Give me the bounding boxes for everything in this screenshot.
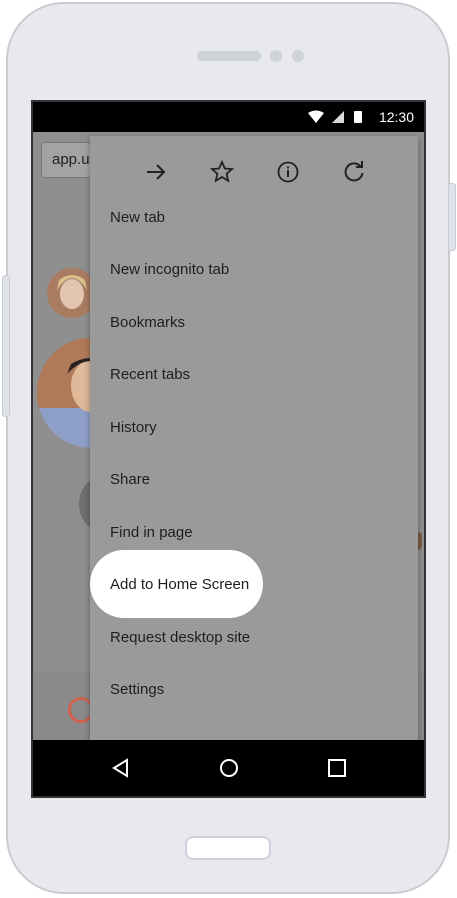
menu-item-bookmarks[interactable]: Bookmarks bbox=[110, 311, 185, 335]
status-icons bbox=[308, 110, 362, 123]
menu-toolbar bbox=[90, 136, 418, 206]
menu-item-add-to-home-screen[interactable]: Add to Home Screen bbox=[110, 573, 249, 597]
menu-item-new-incognito-tab[interactable]: New incognito tab bbox=[110, 258, 229, 282]
wifi-icon bbox=[308, 110, 324, 123]
proximity-sensor bbox=[292, 50, 304, 62]
menu-item-find-in-page[interactable]: Find in page bbox=[110, 521, 193, 545]
star-icon[interactable] bbox=[208, 158, 236, 186]
signal-icon bbox=[332, 111, 344, 123]
status-time: 12:30 bbox=[378, 109, 414, 125]
side-button-right bbox=[448, 183, 456, 251]
physical-home-button[interactable] bbox=[185, 836, 271, 860]
status-bar: 12:30 bbox=[33, 102, 424, 132]
side-button-left bbox=[2, 275, 10, 417]
battery-icon bbox=[354, 111, 362, 123]
navigation-bar bbox=[33, 740, 424, 796]
menu-item-share[interactable]: Share bbox=[110, 468, 150, 492]
speaker-grille bbox=[197, 51, 261, 61]
overflow-menu: New tab New incognito tab Bookmarks Rece… bbox=[90, 136, 418, 750]
front-camera bbox=[270, 50, 282, 62]
back-icon[interactable] bbox=[107, 754, 135, 782]
phone-screen: 12:30 app.u New tab New incognito tab Bo… bbox=[31, 100, 426, 798]
menu-item-recent-tabs[interactable]: Recent tabs bbox=[110, 363, 190, 387]
reload-icon[interactable] bbox=[340, 158, 368, 186]
address-text: app.u bbox=[52, 151, 90, 168]
menu-item-history[interactable]: History bbox=[110, 416, 157, 440]
menu-item-request-desktop-site[interactable]: Request desktop site bbox=[110, 626, 250, 650]
menu-item-settings[interactable]: Settings bbox=[110, 678, 164, 702]
forward-icon[interactable] bbox=[142, 158, 170, 186]
recents-icon[interactable] bbox=[323, 754, 351, 782]
home-icon[interactable] bbox=[215, 754, 243, 782]
menu-item-new-tab[interactable]: New tab bbox=[110, 206, 165, 230]
info-icon[interactable] bbox=[274, 158, 302, 186]
